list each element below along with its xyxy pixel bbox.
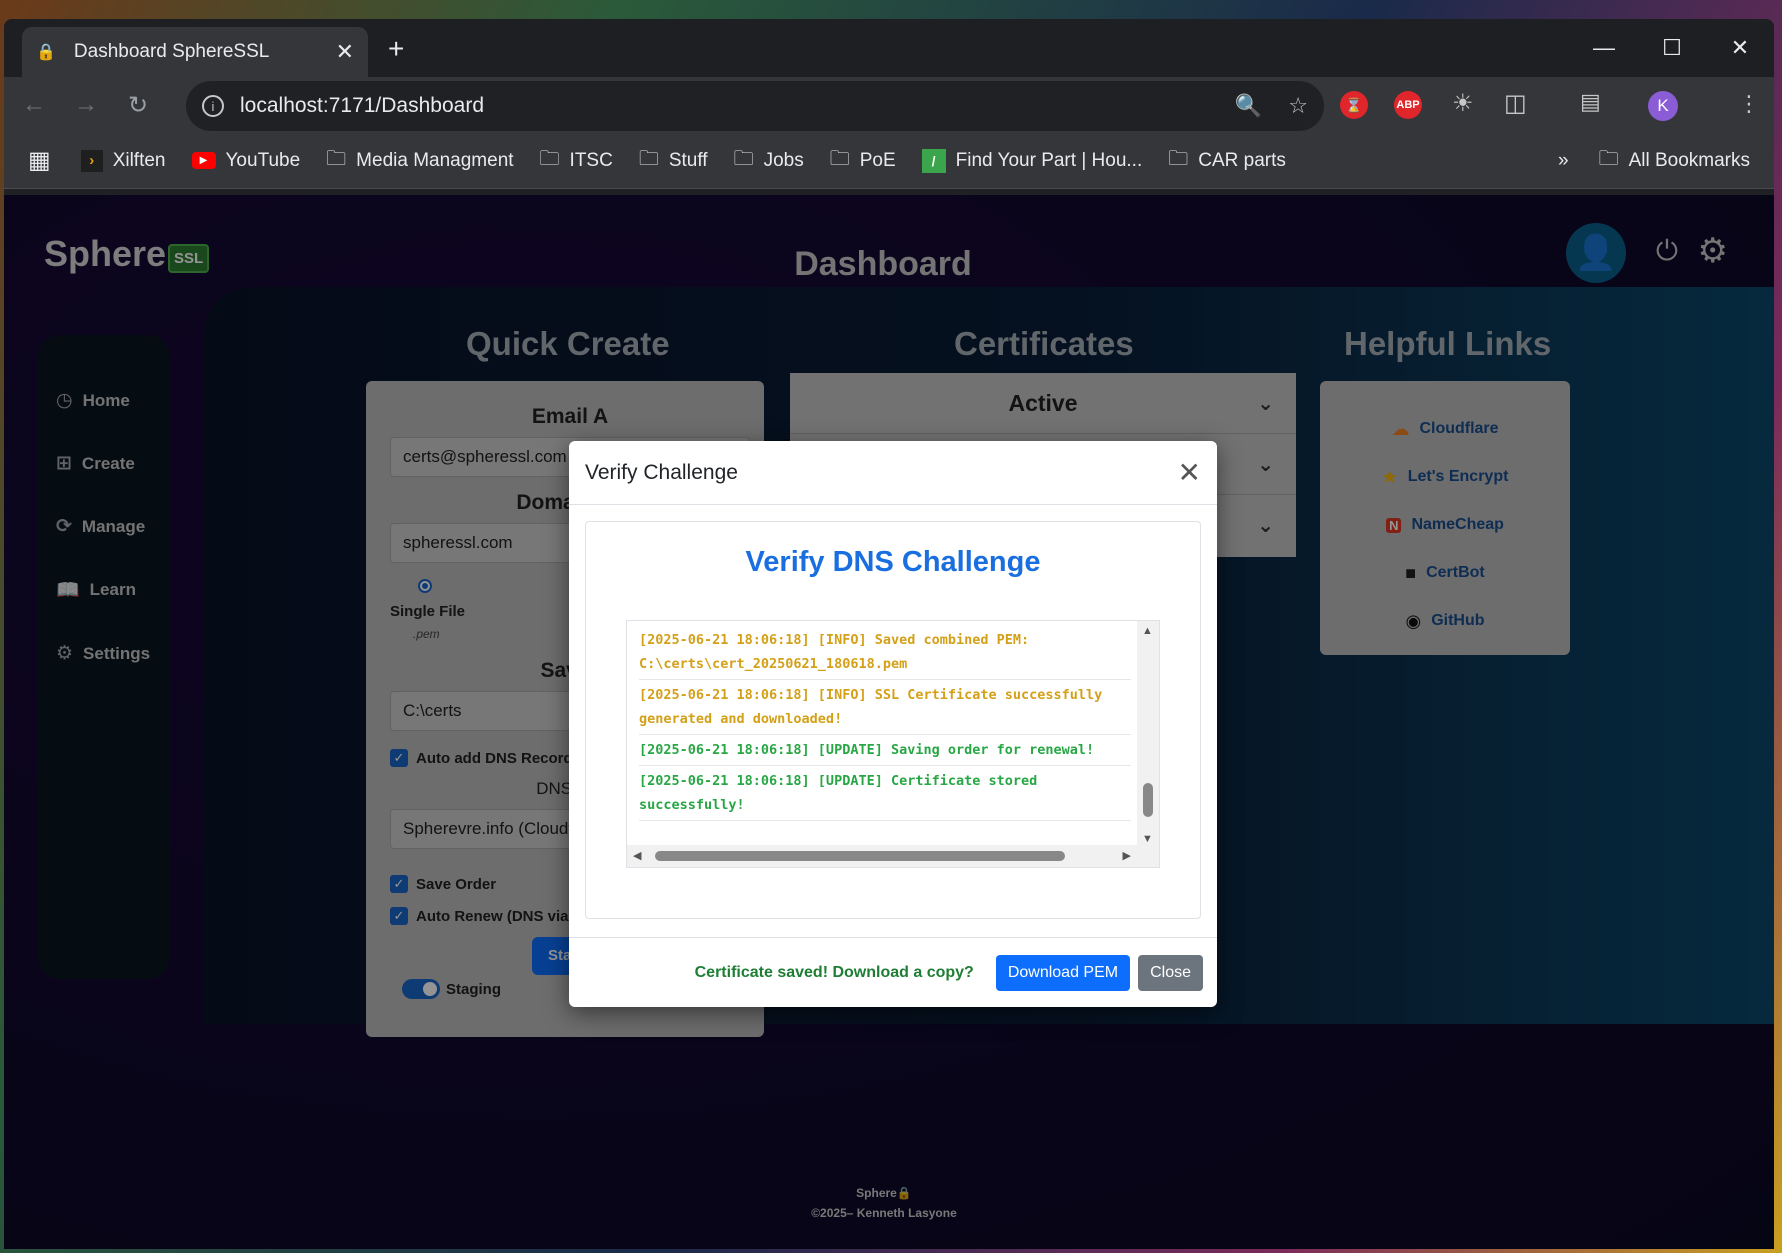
back-icon[interactable]: ← [8, 91, 60, 119]
download-pem-button[interactable]: Download PEM [995, 954, 1131, 991]
folder-icon: 🗀 [1168, 147, 1189, 170]
more-bookmarks-icon[interactable]: » [1558, 150, 1569, 172]
folder-icon: 🗀 [539, 147, 560, 170]
adblock-extension-icon[interactable]: ABP [1394, 91, 1422, 119]
tab-strip: 🔒 Dashboard SphereSSL ✕ + — ☐ ✕ [4, 19, 1774, 77]
log-line: [2025-06-21 18:06:18] [INFO] Saved combi… [639, 625, 1131, 680]
tab-search-icon[interactable]: ▤ [1580, 89, 1601, 115]
zoom-icon[interactable]: 🔍 [1235, 93, 1262, 119]
modal-footer: Certificate saved! Download a copy? Down… [569, 937, 1217, 1007]
footer-message: Certificate saved! Download a copy? [694, 963, 974, 981]
bookmark-poe[interactable]: 🗀 PoE [830, 144, 896, 178]
star-icon[interactable]: ☆ [1288, 93, 1308, 119]
folder-icon: 🗀 [733, 147, 754, 170]
new-tab-button[interactable]: + [388, 33, 404, 65]
bookmark-stuff[interactable]: 🗀 Stuff [639, 144, 708, 178]
menu-icon[interactable]: ⋮ [1738, 91, 1760, 117]
browser-window: 🔒 Dashboard SphereSSL ✕ + — ☐ ✕ ← → ↻ i … [4, 19, 1774, 1249]
log-line: [2025-06-21 18:06:18] [INFO] SSL Certifi… [639, 680, 1131, 735]
extensions-icon[interactable]: ◫ [1504, 89, 1527, 118]
forward-icon[interactable]: → [60, 91, 112, 119]
window-controls: — ☐ ✕ [1570, 19, 1774, 77]
url-text[interactable]: localhost:7171/Dashboard [240, 94, 1209, 118]
log-output[interactable]: [2025-06-21 18:06:18] [INFO] Saved combi… [626, 620, 1160, 868]
bookmark-jobs[interactable]: 🗀 Jobs [734, 144, 804, 178]
address-bar[interactable]: i localhost:7171/Dashboard 🔍 ☆ [186, 81, 1324, 131]
modal-body: Verify DNS Challenge [2025-06-21 18:06:1… [585, 521, 1201, 919]
minimize-icon[interactable]: — [1570, 19, 1638, 77]
scroll-right-icon[interactable]: ▶ [1123, 849, 1131, 862]
folder-icon: 🗀 [829, 147, 850, 170]
bookmark-find-your-part[interactable]: / Find Your Part | Hou... [921, 148, 1142, 173]
all-bookmarks[interactable]: 🗀 All Bookmarks [1599, 144, 1750, 178]
tab-title: Dashboard SphereSSL [73, 41, 270, 62]
scroll-thumb[interactable] [1143, 783, 1153, 817]
bookmark-car-parts[interactable]: 🗀 CAR parts [1168, 144, 1286, 178]
reload-icon[interactable]: ↻ [112, 91, 164, 120]
youtube-icon: ▶ [191, 152, 216, 169]
horizontal-scrollbar[interactable]: ◀ ▶ [627, 845, 1159, 867]
brightness-extension-icon[interactable]: ☀ [1452, 89, 1474, 118]
bookmarks-bar: ▦ › Xilften ▶ YouTube 🗀 Media Managment 🗀 IT… [4, 133, 1774, 189]
bookmark-youtube[interactable]: ▶ YouTube [191, 150, 300, 172]
vertical-scrollbar[interactable]: ▲ ▼ [1137, 621, 1159, 847]
close-window-icon[interactable]: ✕ [1706, 19, 1774, 77]
bookmark-itsc[interactable]: 🗀 ITSC [540, 144, 613, 178]
verify-challenge-modal: Verify Challenge ✕ Verify DNS Challenge … [569, 441, 1217, 1007]
folder-icon: 🗀 [326, 147, 347, 170]
log-lines: [2025-06-21 18:06:18] [INFO] Saved combi… [627, 621, 1159, 821]
bookmark-xilften[interactable]: › Xilften [80, 149, 166, 172]
site-info-icon[interactable]: i [202, 95, 224, 117]
plex-icon: › [80, 149, 103, 172]
modal-title: Verify Challenge [585, 460, 738, 484]
lock-icon: 🔒 [36, 44, 56, 61]
log-line: [2025-06-21 18:06:18] [UPDATE] Certifica… [639, 766, 1131, 821]
scroll-down-icon[interactable]: ▼ [1142, 833, 1153, 845]
maximize-icon[interactable]: ☐ [1638, 19, 1706, 77]
profile-avatar[interactable]: K [1648, 91, 1678, 121]
folder-icon: 🗀 [1598, 147, 1619, 170]
browser-toolbar: ← → ↻ i localhost:7171/Dashboard 🔍 ☆ ⌛ A… [4, 77, 1774, 133]
fyp-icon: / [921, 148, 946, 173]
bookmark-media-managment[interactable]: 🗀 Media Managment [326, 144, 513, 178]
log-line: [2025-06-21 18:06:18] [UPDATE] Saving or… [639, 735, 1131, 766]
scroll-up-icon[interactable]: ▲ [1142, 625, 1153, 637]
close-tab-icon[interactable]: ✕ [336, 39, 354, 65]
scroll-thumb[interactable] [655, 851, 1065, 861]
browser-tab[interactable]: 🔒 Dashboard SphereSSL ✕ [22, 27, 368, 77]
close-button[interactable]: Close [1138, 954, 1203, 991]
folder-icon: 🗀 [638, 147, 659, 170]
modal-header: Verify Challenge ✕ [569, 441, 1217, 505]
verify-heading: Verify DNS Challenge [745, 546, 1041, 578]
hourglass-extension-icon[interactable]: ⌛ [1340, 91, 1368, 119]
scroll-left-icon[interactable]: ◀ [633, 849, 641, 862]
apps-icon[interactable]: ▦ [28, 146, 51, 175]
close-icon[interactable]: ✕ [1178, 456, 1201, 489]
